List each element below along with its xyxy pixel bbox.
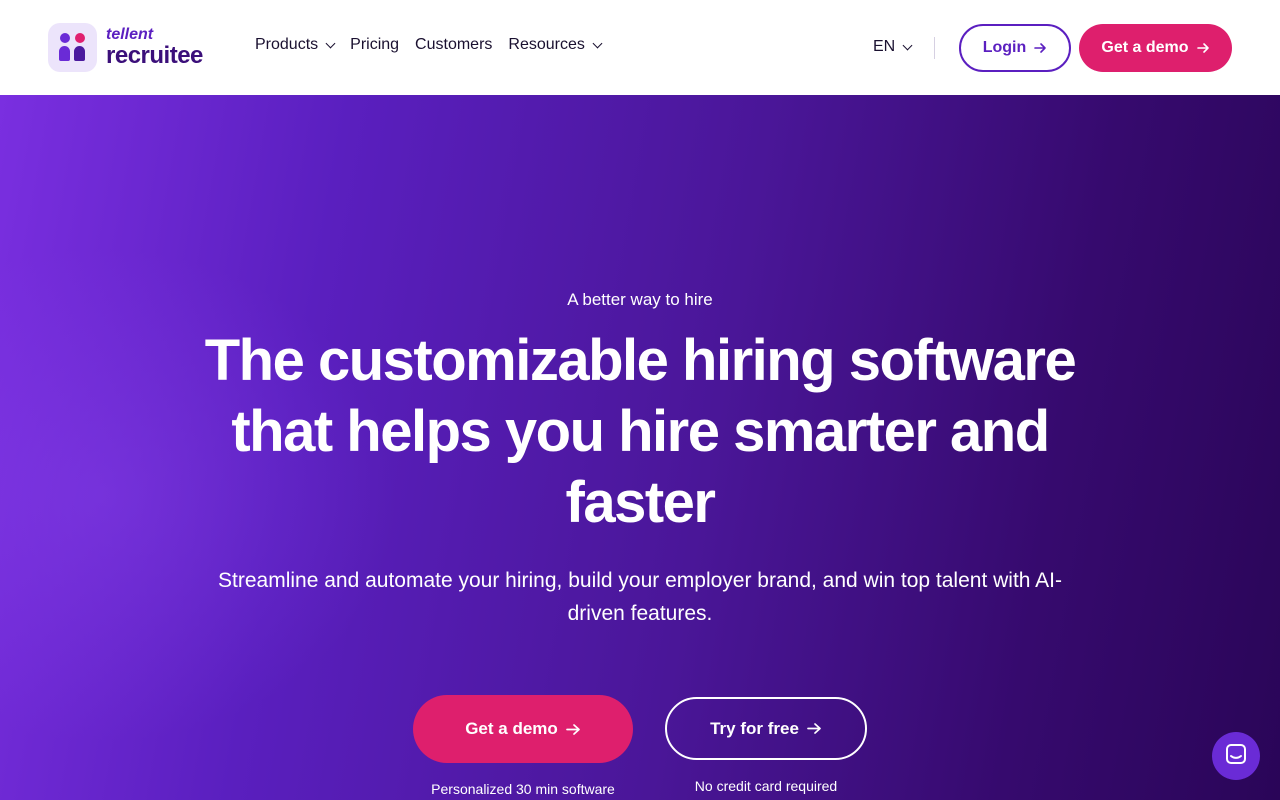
arrow-right-icon [565,723,581,736]
nav-item-pricing[interactable]: Pricing [350,36,399,54]
try-free-button-label: Try for free [710,718,799,738]
site-header: tellent recruitee Products Pricing Custo… [0,0,1280,95]
chevron-down-icon [902,40,913,50]
main-nav: Products Pricing Customers Resources [255,36,617,54]
hero-section: A better way to hire The customizable hi… [0,95,1280,800]
logo-icon [48,23,97,72]
logo-bottom-text: recruitee [106,42,203,69]
chat-launcher-button[interactable] [1212,732,1260,780]
logo-wordmark: tellent recruitee [106,27,203,68]
login-button[interactable]: Login [959,24,1071,72]
nav-item-label: Pricing [350,36,400,53]
arrow-right-icon [1196,42,1210,54]
chevron-down-icon [592,38,603,48]
hero-demo-button-label: Get a demo [465,719,558,738]
demo-note: Personalized 30 min software demo [431,781,615,800]
nav-item-products[interactable]: Products [255,36,336,54]
try-for-free-button[interactable]: Try for free [665,697,867,760]
login-button-label: Login [982,39,1027,56]
chat-icon [1225,743,1247,770]
header-demo-button-label: Get a demo [1101,39,1189,56]
nav-item-label: Customers [415,36,493,53]
nav-item-resources[interactable]: Resources [508,36,603,54]
hero-subheadline: Streamline and automate your hiring, bui… [218,569,1062,625]
header-divider [934,37,935,59]
free-trial-note: No credit card required [694,778,838,794]
arrow-right-icon [807,722,822,735]
language-selector[interactable]: EN [873,38,913,56]
arrow-right-icon [1034,42,1047,54]
brand-logo[interactable]: tellent recruitee [48,23,203,72]
hero-get-demo-button[interactable]: Get a demo [413,695,633,763]
nav-item-customers[interactable]: Customers [415,36,492,54]
logo-top-text: tellent [106,26,154,43]
language-label: EN [873,38,896,55]
nav-item-label: Products [255,36,319,53]
hero-headline: The customizable hiring software that he… [204,328,1077,535]
hero-eyebrow: A better way to hire [567,290,713,309]
nav-item-label: Resources [508,36,585,53]
header-get-demo-button[interactable]: Get a demo [1079,24,1232,72]
chevron-down-icon [325,38,336,48]
